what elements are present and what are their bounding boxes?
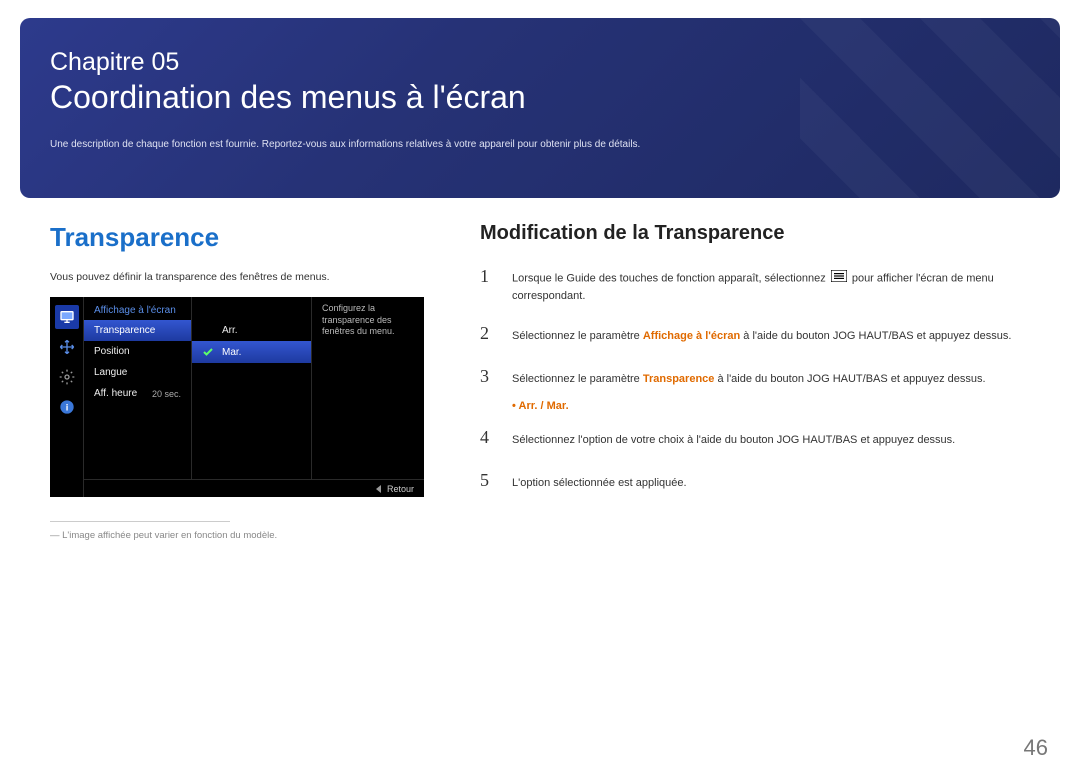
step-5: 5 L'option sélectionnée est appliquée. [480, 467, 1030, 494]
step-4: 4 Sélectionnez l'option de votre choix à… [480, 424, 1030, 451]
intro-text: Vous pouvez définir la transparence des … [50, 271, 440, 283]
osd-item-label: Langue [94, 367, 127, 378]
check-icon [202, 346, 214, 358]
info-icon: i [55, 395, 79, 419]
step-3: 3 Sélectionnez le paramètre Transparence… [480, 363, 1030, 390]
osd-value-column: Arr. Mar. [192, 297, 312, 479]
steps-list: 1 Lorsque le Guide des touches de foncti… [480, 263, 1030, 494]
osd-value-label: Mar. [222, 347, 241, 358]
osd-footer: Retour [84, 479, 424, 497]
osd-item-value: 20 sec. [152, 389, 181, 399]
section-heading-transparence: Transparence [50, 222, 440, 253]
osd-item-label: Aff. heure [94, 388, 137, 399]
footnote-text: ― L'image affichée peut varier en foncti… [50, 530, 440, 541]
step-text-part: à l'aide du bouton JOG HAUT/BAS et appuy… [740, 330, 1011, 342]
osd-value-mar: Mar. [192, 341, 311, 363]
bullet-options: • Arr. / Mar. [512, 400, 1030, 412]
right-column: Modification de la Transparence 1 Lorsqu… [480, 222, 1050, 541]
step-text-part: Sélectionnez le paramètre [512, 330, 643, 342]
move-icon [55, 335, 79, 359]
bullet-text: • Arr. / Mar. [512, 400, 569, 412]
step-2: 2 Sélectionnez le paramètre Affichage à … [480, 320, 1030, 347]
osd-item-label: Transparence [94, 325, 155, 336]
osd-menu-column: Affichage à l'écran Transparence Positio… [84, 297, 192, 479]
page-number: 46 [1024, 735, 1048, 761]
osd-value-label: Arr. [222, 325, 238, 336]
banner-inner: Chapitre 05 Coordination des menus à l'é… [20, 18, 1060, 168]
step-1: 1 Lorsque le Guide des touches de foncti… [480, 263, 1030, 304]
step-text-part: Lorsque le Guide des touches de fonction… [512, 273, 829, 285]
step-text: Sélectionnez l'option de votre choix à l… [512, 432, 1030, 449]
back-arrow-icon [376, 485, 381, 493]
osd-item-affheure: Aff. heure 20 sec. [84, 383, 191, 404]
step-text: L'option sélectionnée est appliquée. [512, 475, 1030, 492]
monitor-icon [55, 305, 79, 329]
step-number: 3 [480, 363, 496, 390]
step-number: 4 [480, 424, 496, 451]
osd-item-label: Position [94, 346, 130, 357]
step-number: 5 [480, 467, 496, 494]
step-highlight: Transparence [643, 373, 715, 385]
content-area: Transparence Vous pouvez définir la tran… [0, 198, 1080, 541]
step-text: Sélectionnez le paramètre Transparence à… [512, 371, 1030, 388]
step-text: Sélectionnez le paramètre Affichage à l'… [512, 328, 1030, 345]
unchecked-icon [202, 324, 214, 336]
step-text: Lorsque le Guide des touches de fonction… [512, 270, 1030, 304]
gear-icon [55, 365, 79, 389]
svg-text:i: i [65, 402, 68, 412]
osd-title: Affichage à l'écran [84, 297, 191, 320]
osd-description-column: Configurez la transparence des fenêtres … [312, 297, 424, 479]
chapter-title: Coordination des menus à l'écran [50, 79, 1030, 116]
osd-item-transparence: Transparence [84, 320, 191, 341]
osd-footer-label: Retour [387, 484, 414, 494]
osd-main: Affichage à l'écran Transparence Positio… [84, 297, 424, 479]
footnote-divider [50, 521, 230, 522]
osd-screenshot: i Affichage à l'écran Transparence Posit… [50, 297, 424, 497]
chapter-description: Une description de chaque fonction est f… [50, 138, 1030, 152]
step-number: 1 [480, 263, 496, 290]
step-text-part: Sélectionnez le paramètre [512, 373, 643, 385]
osd-item-position: Position [84, 341, 191, 362]
section-heading-modification: Modification de la Transparence [480, 222, 1030, 245]
osd-value-arr: Arr. [192, 319, 311, 341]
chapter-banner: Chapitre 05 Coordination des menus à l'é… [20, 18, 1060, 198]
step-number: 2 [480, 320, 496, 347]
chapter-number: Chapitre 05 [50, 48, 1030, 77]
osd-icon-rail: i [50, 297, 84, 497]
osd-item-langue: Langue [84, 362, 191, 383]
left-column: Transparence Vous pouvez définir la tran… [50, 222, 440, 541]
step-highlight: Affichage à l'écran [643, 330, 740, 342]
step-text-part: à l'aide du bouton JOG HAUT/BAS et appuy… [714, 373, 985, 385]
page: Chapitre 05 Coordination des menus à l'é… [0, 18, 1080, 781]
menu-icon [831, 270, 847, 288]
